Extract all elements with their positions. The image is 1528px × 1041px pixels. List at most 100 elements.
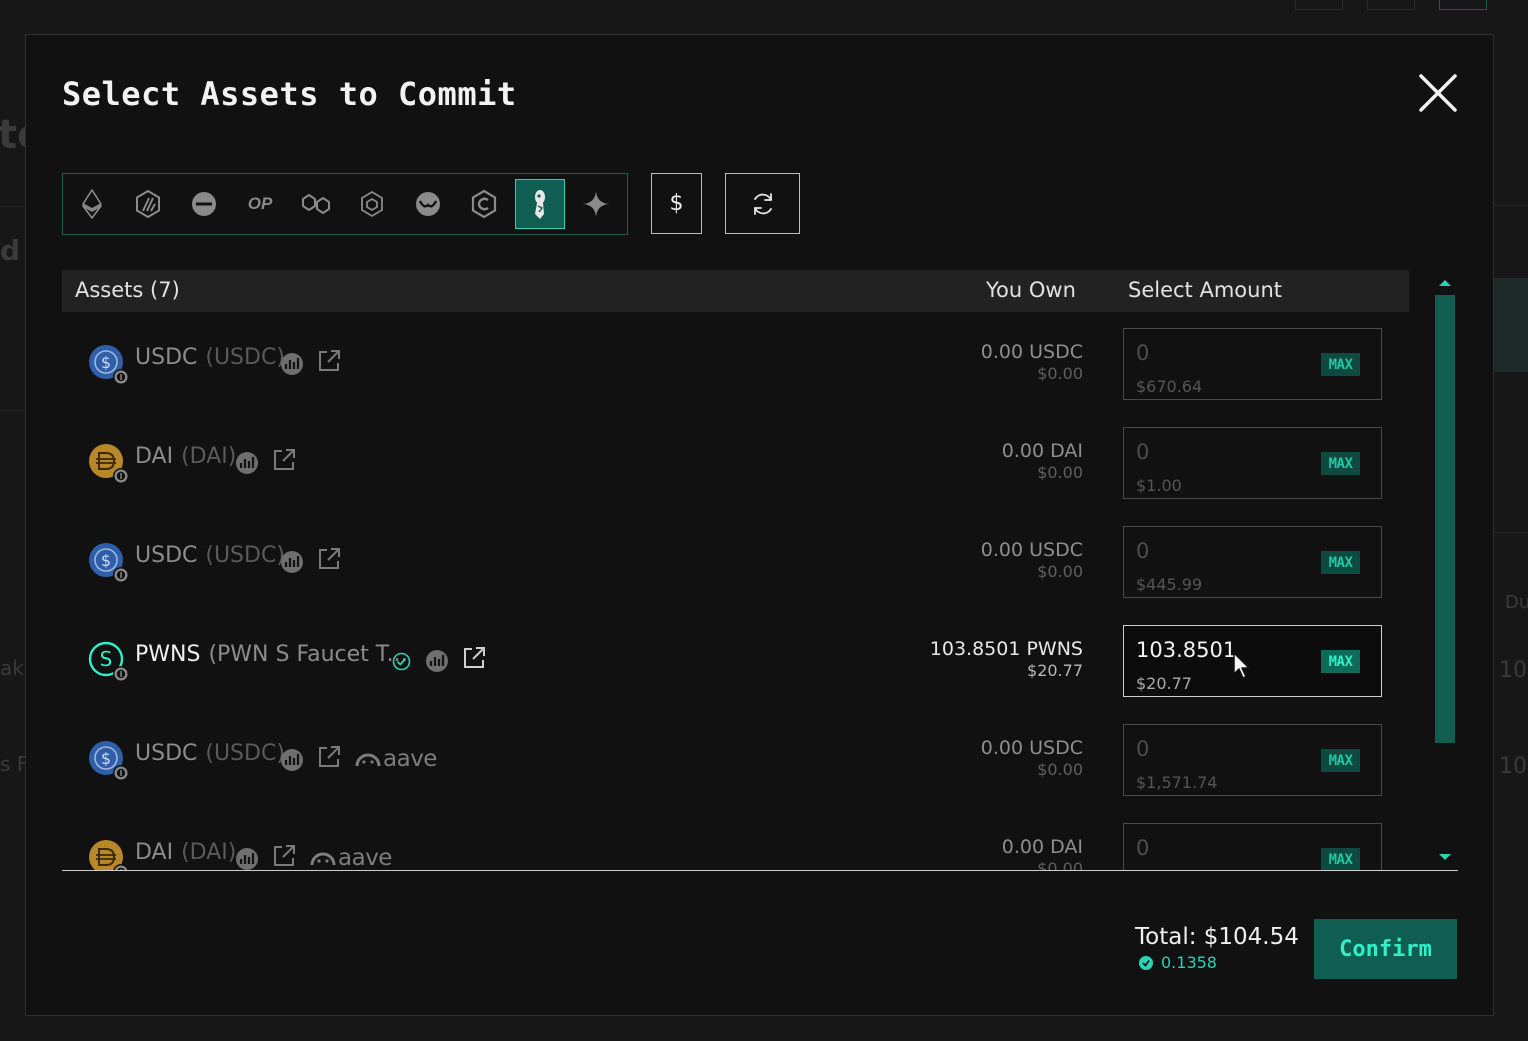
- owned-balance: 0.00 USDC $0.00: [981, 539, 1083, 581]
- asset-symbol: (USDC): [205, 543, 285, 568]
- asset-symbol: (USDC): [205, 741, 285, 766]
- base-icon: [192, 192, 216, 216]
- amount-input-value[interactable]: 0: [1136, 539, 1149, 563]
- background-divider: [0, 410, 25, 411]
- gnosis-chain-button[interactable]: [403, 179, 453, 229]
- price-chart-icon[interactable]: [425, 649, 449, 673]
- max-button[interactable]: MAX: [1321, 551, 1360, 574]
- asset-row[interactable]: DAI (DAI) 0.00 DAI $0.00 0 $1.00 MAX: [62, 411, 1409, 510]
- bnb-chain-button[interactable]: [347, 179, 397, 229]
- asset-row[interactable]: DAI (DAI) aave 0.00 DAI $0.00 0 MAX: [62, 807, 1409, 870]
- asset-row[interactable]: $ USDC (USDC) 0.00 USDC $0.00 0 $445.99 MAX: [62, 510, 1409, 609]
- asset-row[interactable]: S PWNS (PWN S Faucet T... 103.8501 PWNS $20.…: [62, 609, 1409, 708]
- sparkle-icon: [583, 191, 609, 217]
- owned-balance: 103.8501 PWNS $20.77: [930, 638, 1083, 680]
- usdc-icon: $: [88, 542, 129, 583]
- external-link-icon[interactable]: [461, 645, 487, 671]
- amount-input-usd: $1.00: [1136, 476, 1182, 495]
- owned-balance: 0.00 DAI $0.00: [1002, 440, 1083, 482]
- column-header-assets[interactable]: Assets (7): [75, 278, 180, 302]
- external-link-icon[interactable]: [316, 348, 342, 374]
- external-link-icon[interactable]: [316, 546, 342, 572]
- ethereum-icon: [82, 189, 102, 219]
- credit-coin-icon: [1139, 955, 1153, 970]
- price-chart-icon[interactable]: [235, 847, 259, 870]
- price-chart-icon[interactable]: [280, 748, 304, 772]
- background-divider: [0, 206, 25, 207]
- asset-name[interactable]: USDC (USDC): [135, 741, 285, 766]
- amount-input-value[interactable]: 0: [1136, 836, 1149, 860]
- usd-toggle-button[interactable]: $: [651, 173, 702, 234]
- asset-name[interactable]: USDC (USDC): [135, 345, 285, 370]
- dai-icon: [88, 443, 129, 484]
- asset-name[interactable]: DAI (DAI): [135, 840, 236, 865]
- close-button[interactable]: [1416, 71, 1460, 115]
- amount-input-value[interactable]: 103.8501: [1136, 638, 1236, 662]
- owned-usd: $0.00: [1037, 463, 1083, 482]
- cronos-chain-button[interactable]: [459, 179, 509, 229]
- aave-label: aave: [383, 746, 437, 772]
- assets-table-header: Assets (7) You Own Select Amount: [62, 270, 1409, 312]
- amount-input[interactable]: 0 $670.64 MAX: [1123, 328, 1382, 400]
- owned-amount: 0.00 USDC: [980, 737, 1083, 759]
- column-header-you-own[interactable]: You Own: [986, 278, 1076, 302]
- owned-usd: $0.00: [1037, 364, 1083, 383]
- external-link-icon[interactable]: [316, 744, 342, 770]
- amount-input-value[interactable]: 0: [1136, 440, 1149, 464]
- asset-symbol: (PWN S Faucet T...: [208, 642, 408, 667]
- max-button[interactable]: MAX: [1321, 848, 1360, 870]
- max-button[interactable]: MAX: [1321, 353, 1360, 376]
- asset-name[interactable]: DAI (DAI): [135, 444, 236, 469]
- arbitrum-icon: [136, 190, 160, 218]
- amount-input[interactable]: 0 $445.99 MAX: [1123, 526, 1382, 598]
- svg-text:$: $: [101, 353, 111, 372]
- amount-input-usd: $670.64: [1136, 377, 1203, 396]
- scroll-up-arrow-icon[interactable]: [1439, 280, 1451, 286]
- max-button[interactable]: MAX: [1321, 650, 1360, 673]
- background-fragment: d: [0, 234, 21, 267]
- asset-symbol: (DAI): [181, 444, 237, 469]
- amount-input-value[interactable]: 0: [1136, 737, 1149, 761]
- refresh-button[interactable]: [725, 173, 800, 234]
- owned-usd: $20.77: [1027, 661, 1083, 680]
- asset-symbol: (USDC): [205, 345, 285, 370]
- amount-input-usd: $1,571.74: [1136, 773, 1218, 792]
- external-link-icon[interactable]: [271, 843, 297, 869]
- asset-token-name: USDC: [135, 741, 198, 766]
- amount-input[interactable]: 0 $1.00 MAX: [1123, 427, 1382, 499]
- price-chart-icon[interactable]: [280, 550, 304, 574]
- base-chain-button[interactable]: [179, 179, 229, 229]
- arbitrum-chain-button[interactable]: [123, 179, 173, 229]
- asset-row[interactable]: $ USDC (USDC) aave 0.00 USDC $0.00 0 $1,571.74 M…: [62, 708, 1409, 807]
- price-chart-icon[interactable]: [235, 451, 259, 475]
- close-icon: [1419, 74, 1457, 112]
- optimism-chain-button[interactable]: OP: [235, 179, 285, 229]
- polygon-chain-button[interactable]: [291, 179, 341, 229]
- column-header-select-amount: Select Amount: [1128, 278, 1282, 302]
- amount-input-value[interactable]: 0: [1136, 341, 1149, 365]
- amount-input[interactable]: 0 MAX: [1123, 823, 1382, 870]
- ethereum-chain-button[interactable]: [67, 179, 117, 229]
- amount-input[interactable]: 0 $1,571.74 MAX: [1123, 724, 1382, 796]
- optimism-icon: OP: [247, 194, 273, 213]
- asset-name[interactable]: USDC (USDC): [135, 543, 285, 568]
- background-fragment: 10c: [1499, 658, 1528, 683]
- asset-token-name: DAI: [135, 444, 174, 469]
- asset-row[interactable]: $ USDC (USDC) 0.00 USDC $0.00 0 $670.64 MAX: [62, 312, 1409, 411]
- asset-name[interactable]: PWNS (PWN S Faucet T...: [135, 642, 408, 667]
- scrollbar-thumb[interactable]: [1435, 295, 1455, 743]
- assets-scrollbar[interactable]: [1434, 278, 1456, 868]
- price-chart-icon[interactable]: [280, 352, 304, 376]
- aave-logo-icon: [355, 753, 381, 767]
- owned-usd: $0.00: [1037, 760, 1083, 779]
- sepolia-chain-button[interactable]: [515, 179, 565, 229]
- external-link-icon[interactable]: [271, 447, 297, 473]
- starknet-chain-button[interactable]: [571, 179, 621, 229]
- pwns-icon: S: [88, 641, 129, 682]
- max-button[interactable]: MAX: [1321, 452, 1360, 475]
- confirm-button[interactable]: Confirm: [1314, 919, 1457, 979]
- scroll-down-arrow-icon[interactable]: [1439, 854, 1451, 860]
- svg-text:S: S: [100, 647, 113, 671]
- owned-amount: 103.8501 PWNS: [929, 638, 1083, 660]
- max-button[interactable]: MAX: [1321, 749, 1360, 772]
